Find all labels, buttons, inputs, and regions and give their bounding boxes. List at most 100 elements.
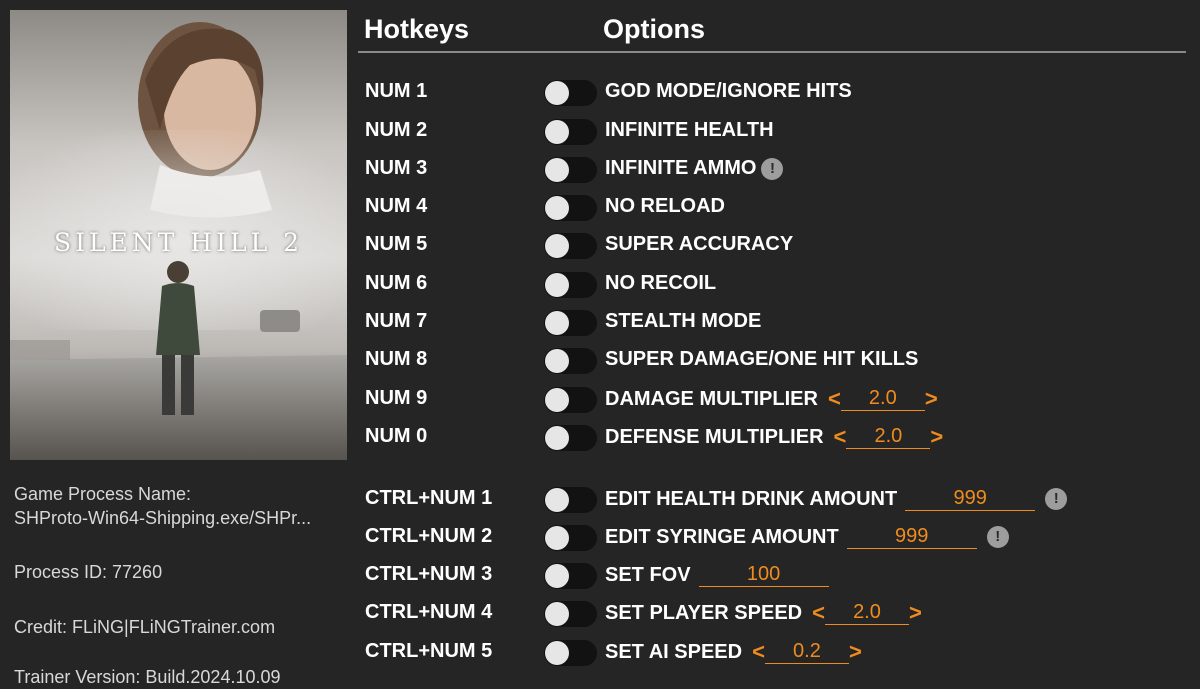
option-row: NUM 8 SUPER DAMAGE/ONE HIT KILLS	[0, 346, 1200, 378]
hotkey-label: NUM 5	[365, 233, 428, 255]
option-row: CTRL+NUM 3 SET FOV 100	[0, 561, 1200, 593]
option-label: EDIT HEALTH DRINK AMOUNT	[605, 487, 898, 510]
option-label: SET FOV	[605, 563, 691, 586]
option-controls: DAMAGE MULTIPLIER <2.0 >	[605, 387, 938, 411]
warning-icon[interactable]: !	[761, 157, 784, 180]
option-toggle[interactable]	[544, 525, 597, 551]
option-label: DAMAGE MULTIPLIER	[605, 387, 818, 410]
increase-arrow-button[interactable]: >	[925, 387, 938, 411]
option-controls: INFINITE HEALTH	[605, 119, 774, 142]
increase-arrow-button[interactable]: >	[909, 601, 922, 625]
option-row: NUM 7 STEALTH MODE	[0, 308, 1200, 340]
toggle-knob	[545, 641, 569, 665]
options-header: Options	[603, 14, 705, 44]
hotkey-label: CTRL+NUM 1	[365, 487, 493, 509]
option-value-input[interactable]: 999	[905, 487, 1036, 511]
decrease-arrow-button[interactable]: <	[812, 601, 825, 625]
option-toggle[interactable]	[544, 425, 597, 451]
warning-icon[interactable]: !	[986, 526, 1009, 548]
option-toggle[interactable]	[544, 601, 597, 627]
option-controls: EDIT SYRINGE AMOUNT 999!	[605, 525, 1009, 549]
hotkey-label: CTRL+NUM 4	[365, 601, 493, 623]
option-toggle[interactable]	[544, 310, 597, 336]
option-controls: GOD MODE/IGNORE HITS	[605, 80, 852, 103]
option-toggle[interactable]	[544, 80, 597, 106]
option-controls: SET FOV 100	[605, 563, 829, 587]
hotkey-label: CTRL+NUM 5	[365, 640, 493, 662]
option-toggle[interactable]	[544, 563, 597, 589]
option-toggle[interactable]	[544, 233, 597, 259]
option-row: NUM 6 NO RECOIL	[0, 270, 1200, 302]
option-label: SUPER ACCURACY	[605, 233, 794, 255]
option-controls: SET AI SPEED <0.2 >	[605, 640, 862, 664]
decrease-arrow-button[interactable]: <	[834, 425, 847, 449]
hotkey-label: NUM 2	[365, 119, 428, 141]
toggle-knob	[545, 311, 569, 335]
hotkeys-header: Hotkeys	[364, 14, 470, 44]
option-row: NUM 2 INFINITE HEALTH	[0, 117, 1200, 149]
option-row: NUM 9 DAMAGE MULTIPLIER <2.0 >	[0, 385, 1200, 417]
option-label: NO RELOAD	[605, 195, 725, 217]
option-row: CTRL+NUM 1 EDIT HEALTH DRINK AMOUNT 999!	[0, 485, 1200, 517]
option-toggle[interactable]	[544, 119, 597, 145]
hotkey-label: CTRL+NUM 3	[365, 563, 493, 585]
option-value-input[interactable]: 2.0	[824, 601, 909, 625]
hotkey-label: NUM 8	[365, 348, 428, 370]
option-value-input[interactable]: 999	[846, 525, 977, 549]
option-controls: SET PLAYER SPEED <2.0 >	[605, 601, 922, 625]
option-value-input[interactable]: 100	[698, 563, 829, 587]
option-row: CTRL+NUM 4 SET PLAYER SPEED <2.0 >	[0, 599, 1200, 631]
option-controls: EDIT HEALTH DRINK AMOUNT 999!	[605, 487, 1068, 511]
option-label: SET AI SPEED	[605, 640, 743, 663]
option-label: NO RECOIL	[605, 272, 717, 294]
option-row: NUM 1 GOD MODE/IGNORE HITS	[0, 78, 1200, 110]
toggle-knob	[545, 388, 569, 412]
option-value-input[interactable]: 0.2	[764, 640, 849, 664]
option-controls: SUPER DAMAGE/ONE HIT KILLS	[605, 348, 918, 371]
toggle-knob	[545, 81, 569, 105]
decrease-arrow-button[interactable]: <	[752, 640, 765, 664]
option-controls: NO RECOIL	[605, 272, 716, 295]
option-label: EDIT SYRINGE AMOUNT	[605, 525, 839, 548]
option-row: CTRL+NUM 2 EDIT SYRINGE AMOUNT 999!	[0, 523, 1200, 555]
option-value-input[interactable]: 2.0	[846, 425, 931, 449]
hotkey-label: NUM 1	[365, 80, 428, 102]
toggle-knob	[545, 488, 569, 512]
hotkey-label: NUM 3	[365, 157, 428, 179]
increase-arrow-button[interactable]: >	[930, 425, 943, 449]
option-toggle[interactable]	[544, 640, 597, 666]
option-label: DEFENSE MULTIPLIER	[605, 425, 824, 448]
hotkey-label: NUM 4	[365, 195, 428, 217]
toggle-knob	[545, 426, 569, 450]
toggle-knob	[545, 349, 569, 373]
option-controls: DEFENSE MULTIPLIER <2.0 >	[605, 425, 943, 449]
option-label: STEALTH MODE	[605, 310, 762, 332]
increase-arrow-button[interactable]: >	[849, 640, 862, 664]
option-label: INFINITE AMMO	[605, 157, 757, 179]
toggle-knob	[545, 273, 569, 297]
option-label: SET PLAYER SPEED	[605, 601, 803, 624]
option-row: NUM 0 DEFENSE MULTIPLIER <2.0 >	[0, 423, 1200, 455]
toggle-knob	[545, 564, 569, 588]
option-row: CTRL+NUM 5 SET AI SPEED <0.2 >	[0, 638, 1200, 670]
hotkey-label: NUM 0	[365, 425, 428, 447]
option-row: NUM 5 SUPER ACCURACY	[0, 231, 1200, 263]
hotkey-label: CTRL+NUM 2	[365, 525, 493, 547]
option-toggle[interactable]	[544, 195, 597, 221]
option-toggle[interactable]	[544, 348, 597, 374]
toggle-knob	[545, 120, 569, 144]
option-value-input[interactable]: 2.0	[840, 387, 925, 411]
option-row: NUM 3 INFINITE AMMO!	[0, 155, 1200, 187]
warning-icon[interactable]: !	[1045, 488, 1068, 510]
option-controls: INFINITE AMMO!	[605, 157, 784, 180]
option-toggle[interactable]	[544, 272, 597, 298]
option-row: NUM 4 NO RELOAD	[0, 193, 1200, 225]
option-toggle[interactable]	[544, 487, 597, 513]
option-toggle[interactable]	[544, 387, 597, 413]
hotkey-label: NUM 7	[365, 310, 428, 332]
option-toggle[interactable]	[544, 157, 597, 183]
decrease-arrow-button[interactable]: <	[828, 387, 841, 411]
toggle-knob	[545, 602, 569, 626]
toggle-knob	[545, 526, 569, 550]
option-controls: STEALTH MODE	[605, 310, 761, 333]
